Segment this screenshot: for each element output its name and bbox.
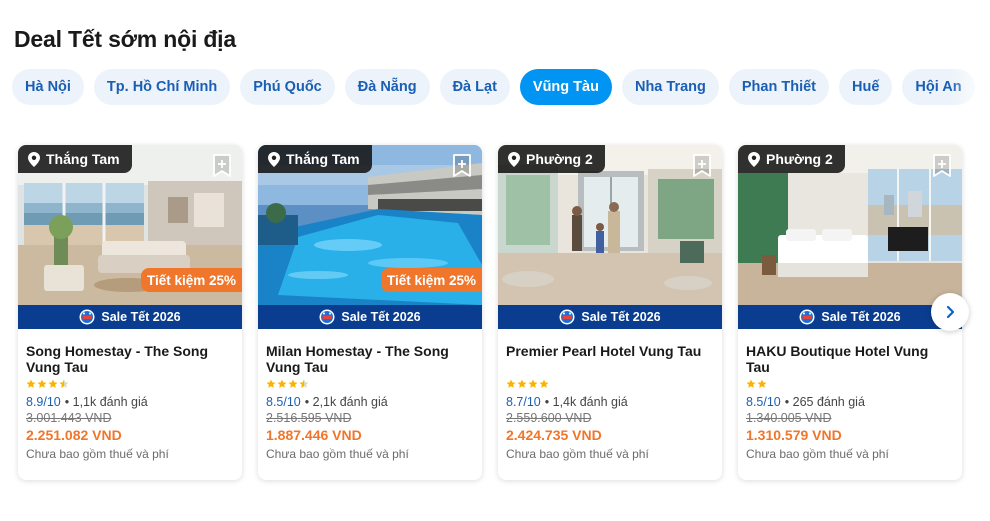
sale-badge-icon bbox=[559, 309, 575, 325]
sale-price: 2.251.082 VND bbox=[26, 427, 122, 443]
sale-label: Sale Tết 2026 bbox=[341, 310, 421, 324]
map-pin-icon bbox=[508, 151, 520, 167]
sale-label: Sale Tết 2026 bbox=[821, 310, 901, 324]
original-price: 2.516.595 VND bbox=[266, 411, 352, 425]
tax-note: Chưa bao gồm thuế và phí bbox=[506, 447, 649, 461]
map-pin-icon bbox=[28, 151, 40, 167]
original-price: 1.340.005 VND bbox=[746, 411, 832, 425]
review-score: 8.5/10 bbox=[746, 395, 781, 409]
sale-banner: Sale Tết 2026 bbox=[498, 305, 722, 329]
location-tag: Phường 2 bbox=[738, 145, 845, 173]
review-score: 8.9/10 bbox=[26, 395, 61, 409]
review-count: • 2,1k đánh giá bbox=[304, 395, 388, 409]
star-icon bbox=[59, 379, 69, 388]
star-icon bbox=[757, 379, 767, 388]
city-chip[interactable]: Đà Lạt bbox=[439, 69, 510, 105]
hotel-card[interactable]: Thắng Tam Tiết kiệm 25% Sale Tết 2026 So… bbox=[18, 145, 242, 480]
review-score: 8.5/10 bbox=[266, 395, 301, 409]
city-chip[interactable]: Tp. Hồ Chí Minh bbox=[93, 69, 231, 105]
chevron-right-icon bbox=[946, 305, 955, 319]
tax-note: Chưa bao gồm thuế và phí bbox=[746, 447, 889, 461]
city-chip[interactable]: Huế bbox=[839, 69, 893, 105]
review-summary: 8.9/10 • 1,1k đánh giá bbox=[26, 394, 234, 410]
review-score: 8.7/10 bbox=[506, 395, 541, 409]
hotel-photo: Phường 2 bbox=[498, 145, 722, 305]
hotel-name[interactable]: Milan Homestay - The Song Vung Tau bbox=[266, 343, 474, 375]
original-price: 3.001.443 VND bbox=[26, 411, 112, 425]
star-rating bbox=[266, 379, 474, 390]
location-label: Phường 2 bbox=[766, 151, 833, 167]
sale-label: Sale Tết 2026 bbox=[581, 310, 661, 324]
city-chip[interactable]: Phú Quốc bbox=[240, 69, 335, 105]
star-rating bbox=[746, 379, 954, 390]
original-price: 2.559.600 VND bbox=[506, 411, 592, 425]
hotel-card[interactable]: Thắng Tam Tiết kiệm 25% Sale Tết 2026 Mi… bbox=[258, 145, 482, 480]
location-label: Phường 2 bbox=[526, 151, 593, 167]
star-rating bbox=[506, 379, 714, 390]
sale-label: Sale Tết 2026 bbox=[101, 310, 181, 324]
review-summary: 8.7/10 • 1,4k đánh giá bbox=[506, 394, 714, 410]
hotel-photo: Thắng Tam Tiết kiệm 25% bbox=[18, 145, 242, 305]
bookmark-add-icon[interactable] bbox=[692, 154, 712, 178]
city-chip[interactable]: Vũng Tàu bbox=[519, 69, 612, 105]
city-chip[interactable]: Hà Nội bbox=[12, 69, 84, 105]
star-icon bbox=[528, 379, 538, 388]
location-label: Thắng Tam bbox=[46, 151, 120, 167]
hotel-photo: Phường 2 bbox=[738, 145, 962, 305]
hotel-card[interactable]: Phường 2 Sale Tết 2026 HAKU Boutique Hot… bbox=[738, 145, 962, 480]
review-summary: 8.5/10 • 265 đánh giá bbox=[746, 394, 954, 410]
sale-price: 1.310.579 VND bbox=[746, 427, 842, 443]
star-icon bbox=[746, 379, 756, 388]
section-title: Deal Tết sớm nội địa bbox=[14, 26, 236, 52]
star-icon bbox=[299, 379, 309, 388]
star-icon bbox=[288, 379, 298, 388]
star-rating bbox=[26, 379, 234, 390]
location-tag: Phường 2 bbox=[498, 145, 605, 173]
review-count: • 1,4k đánh giá bbox=[544, 395, 628, 409]
location-label: Thắng Tam bbox=[286, 151, 360, 167]
location-tag: Thắng Tam bbox=[18, 145, 132, 173]
star-icon bbox=[517, 379, 527, 388]
sale-badge-icon bbox=[79, 309, 95, 325]
star-icon bbox=[266, 379, 276, 388]
sale-badge-icon bbox=[319, 309, 335, 325]
star-icon bbox=[506, 379, 516, 388]
sale-price: 1.887.446 VND bbox=[266, 427, 362, 443]
city-chip[interactable]: Đà Nẵng bbox=[344, 69, 430, 105]
bookmark-add-icon[interactable] bbox=[212, 154, 232, 178]
star-icon bbox=[37, 379, 47, 388]
sale-banner: Sale Tết 2026 bbox=[18, 305, 242, 329]
bookmark-add-icon[interactable] bbox=[932, 154, 952, 178]
star-icon bbox=[26, 379, 36, 388]
review-summary: 8.5/10 • 2,1k đánh giá bbox=[266, 394, 474, 410]
hotel-card-list: Thắng Tam Tiết kiệm 25% Sale Tết 2026 So… bbox=[18, 145, 962, 480]
tax-note: Chưa bao gồm thuế và phí bbox=[266, 447, 409, 461]
star-icon bbox=[539, 379, 549, 388]
hotel-photo: Thắng Tam Tiết kiệm 25% bbox=[258, 145, 482, 305]
location-tag: Thắng Tam bbox=[258, 145, 372, 173]
map-pin-icon bbox=[748, 151, 760, 167]
hotel-card[interactable]: Phường 2 Sale Tết 2026 Premier Pearl Hot… bbox=[498, 145, 722, 480]
tax-note: Chưa bao gồm thuế và phí bbox=[26, 447, 169, 461]
hotel-name[interactable]: Song Homestay - The Song Vung Tau bbox=[26, 343, 234, 375]
sale-badge-icon bbox=[799, 309, 815, 325]
map-pin-icon bbox=[268, 151, 280, 167]
sale-price: 2.424.735 VND bbox=[506, 427, 602, 443]
carousel-next-button[interactable] bbox=[931, 293, 969, 331]
city-chip[interactable]: Phan Thiết bbox=[728, 69, 829, 105]
city-filter-chips: Hà Nội Tp. Hồ Chí Minh Phú Quốc Đà Nẵng Đà L… bbox=[12, 69, 990, 105]
bookmark-add-icon[interactable] bbox=[452, 154, 472, 178]
hotel-name[interactable]: HAKU Boutique Hotel Vung Tau bbox=[746, 343, 954, 375]
review-count: • 1,1k đánh giá bbox=[64, 395, 148, 409]
star-icon bbox=[48, 379, 58, 388]
city-chip[interactable]: Nha Trang bbox=[621, 69, 719, 105]
hotel-name[interactable]: Premier Pearl Hotel Vung Tau bbox=[506, 343, 714, 375]
sale-banner: Sale Tết 2026 bbox=[258, 305, 482, 329]
saving-badge: Tiết kiệm 25% bbox=[140, 268, 242, 292]
saving-badge: Tiết kiệm 25% bbox=[380, 268, 482, 292]
review-count: • 265 đánh giá bbox=[784, 395, 865, 409]
star-icon bbox=[277, 379, 287, 388]
sale-banner: Sale Tết 2026 bbox=[738, 305, 962, 329]
chip-row-fade bbox=[950, 60, 990, 110]
